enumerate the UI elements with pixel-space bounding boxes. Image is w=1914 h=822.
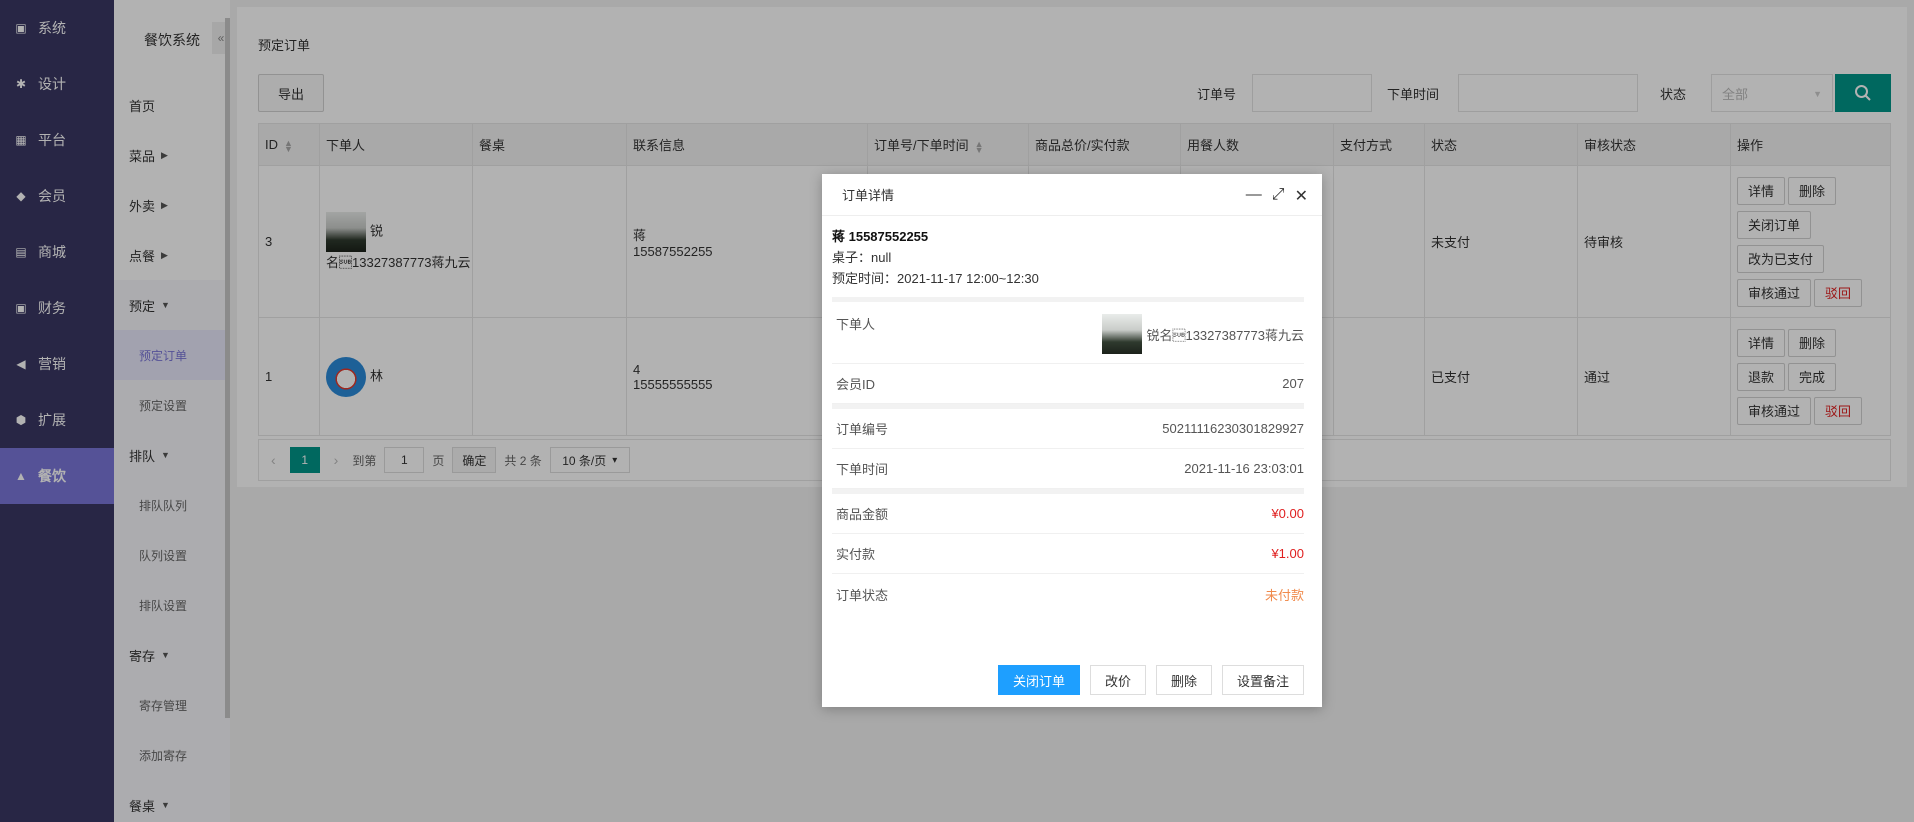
close-order-button[interactable]: 关闭订单 — [997, 665, 1080, 695]
field-user: 下单人 锐名13327387773蒋九云 — [832, 302, 1304, 364]
delete-button[interactable]: 删除 — [1155, 665, 1212, 695]
dialog-header: 订单详情 — ⤢ ✕ — [822, 174, 1322, 216]
minimize-icon[interactable]: — — [1246, 186, 1262, 206]
dialog-title: 订单详情 — [842, 188, 895, 203]
field-member-id: 会员ID 207 — [832, 364, 1304, 404]
set-note-button[interactable]: 设置备注 — [1221, 665, 1304, 695]
field-order-status: 订单状态 未付款 — [836, 587, 1304, 603]
field-order-time: 下单时间 2021-11-16 23:03:01 — [832, 449, 1304, 489]
field-order-no: 订单编号 50211116230301829927 — [832, 409, 1304, 449]
reserve-time: 预定时间：2021-11-17 12:00~12:30 — [832, 271, 1039, 286]
dialog-body: 蒋 15587552255 桌子：null 预定时间：2021-11-17 12… — [822, 216, 1322, 614]
field-goods-amount: 商品金额 ¥0.00 — [832, 494, 1304, 534]
table-info: 桌子：null — [832, 250, 892, 265]
change-price-button[interactable]: 改价 — [1089, 665, 1146, 695]
avatar — [1102, 314, 1143, 354]
dialog-tools: — ⤢ ✕ — [1246, 186, 1308, 206]
maximize-icon[interactable]: ⤢ — [1272, 186, 1285, 206]
close-icon[interactable]: ✕ — [1295, 186, 1308, 206]
field-paid-amount: 实付款 ¥1.00 — [832, 534, 1304, 574]
order-detail-dialog: 订单详情 — ⤢ ✕ 蒋 15587552255 桌子：null 预定时间：20… — [822, 174, 1322, 707]
customer-name-phone: 蒋 15587552255 — [832, 229, 929, 244]
dialog-footer: 关闭订单 改价 删除 设置备注 — [997, 665, 1304, 695]
